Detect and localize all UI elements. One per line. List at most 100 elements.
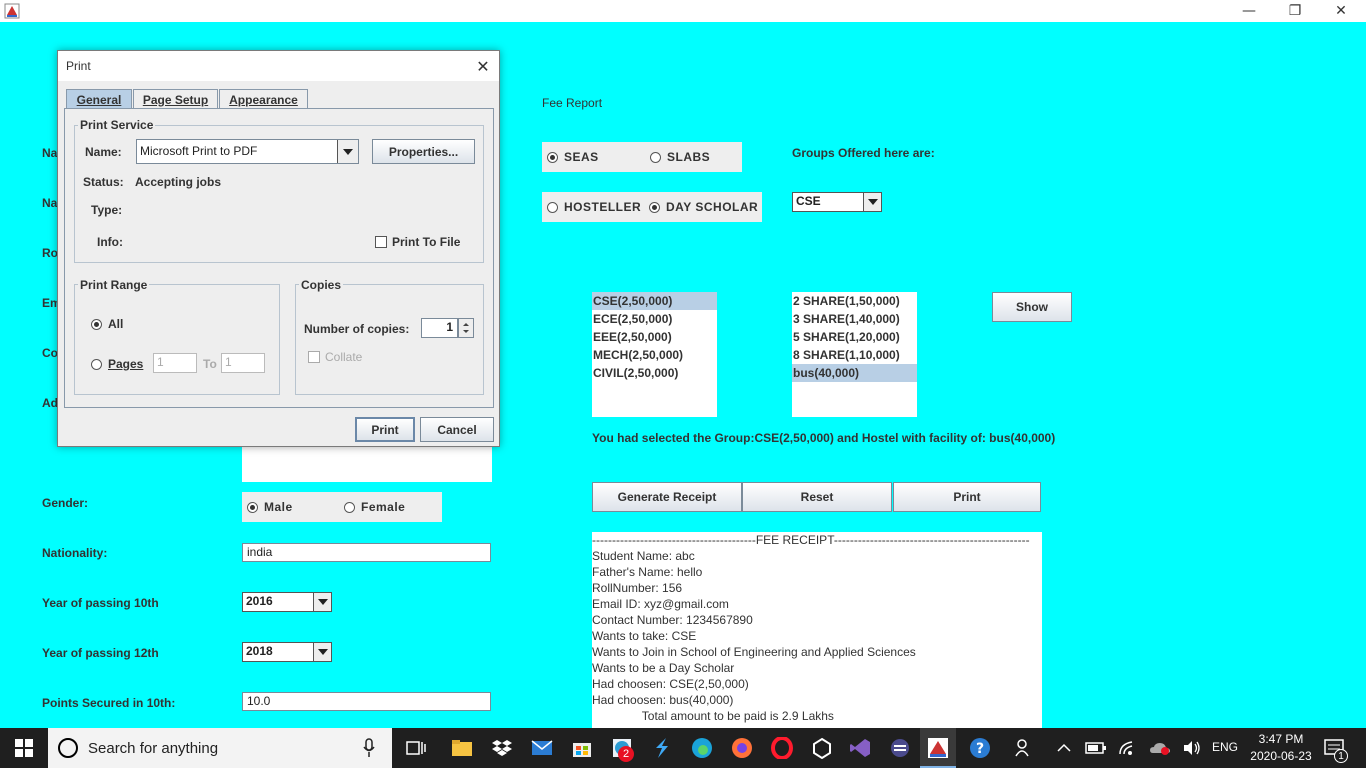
- dropbox-icon[interactable]: [490, 736, 514, 760]
- list-item[interactable]: CIVIL(2,50,000): [592, 364, 717, 382]
- edge-icon[interactable]: [690, 736, 714, 760]
- group-list[interactable]: CSE(2,50,000) ECE(2,50,000) EEE(2,50,000…: [592, 292, 717, 417]
- receipt-line: Had choosen: bus(40,000): [592, 693, 734, 707]
- properties-button[interactable]: Properties...: [372, 139, 475, 164]
- male-label: Male: [264, 500, 293, 514]
- print-button[interactable]: Print: [893, 482, 1041, 512]
- mail-icon[interactable]: [530, 736, 554, 760]
- tab-page-setup[interactable]: Page Setup: [133, 89, 218, 109]
- female-radio[interactable]: [344, 501, 355, 513]
- receipt-line: Contact Number: 1234567890: [592, 613, 753, 627]
- list-item[interactable]: MECH(2,50,000): [592, 346, 717, 364]
- dialog-print-button[interactable]: Print: [355, 417, 415, 442]
- tab-general[interactable]: General: [66, 89, 132, 109]
- list-item[interactable]: 3 SHARE(1,40,000): [792, 310, 917, 328]
- visual-studio-code-icon[interactable]: [650, 736, 674, 760]
- pages-radio[interactable]: [91, 358, 102, 370]
- receipt-line: Email ID: xyz@gmail.com: [592, 597, 729, 611]
- checkbox-icon[interactable]: [375, 236, 387, 248]
- windows-start-icon[interactable]: [12, 736, 36, 760]
- collate-checkbox[interactable]: Collate: [308, 350, 362, 364]
- taskbar-search-box[interactable]: Search for anything: [48, 728, 392, 768]
- list-item[interactable]: 2 SHARE(1,50,000): [792, 292, 917, 310]
- receipt-line: Total amount to be paid is 2.9 Lakhs: [592, 709, 834, 723]
- print-to-file-checkbox[interactable]: Print To File: [375, 235, 460, 249]
- range-all-option[interactable]: All: [91, 317, 123, 331]
- chevron-down-icon[interactable]: [337, 140, 358, 163]
- microphone-icon[interactable]: [362, 738, 376, 761]
- range-pages-option[interactable]: Pages: [91, 357, 143, 371]
- gender-radio-group: Male Female: [242, 492, 442, 522]
- language-indicator[interactable]: ENG: [1212, 740, 1238, 754]
- firefox-icon[interactable]: [730, 736, 754, 760]
- hosteller-label: HOSTELLER: [564, 200, 642, 214]
- chevron-down-icon[interactable]: [313, 593, 331, 611]
- onedrive-icon[interactable]: [1148, 736, 1172, 760]
- close-button[interactable]: ✕: [1318, 0, 1364, 22]
- fee-report-title: Fee Report: [542, 96, 603, 110]
- file-explorer-icon[interactable]: [450, 736, 474, 760]
- unity-icon[interactable]: [810, 736, 834, 760]
- visual-studio-icon[interactable]: [848, 736, 872, 760]
- copies-spinner[interactable]: [458, 318, 474, 338]
- hostel-list[interactable]: 2 SHARE(1,50,000) 3 SHARE(1,40,000) 5 SH…: [792, 292, 917, 417]
- receipt-line: RollNumber: 156: [592, 581, 683, 595]
- list-item[interactable]: ECE(2,50,000): [592, 310, 717, 328]
- group-combo[interactable]: CSE: [792, 192, 882, 212]
- chevron-up-icon[interactable]: [1052, 736, 1076, 760]
- minimize-button[interactable]: —: [1226, 0, 1272, 22]
- tab-appearance[interactable]: Appearance: [219, 89, 308, 109]
- fee-receipt-textarea[interactable]: ----------------------------------------…: [592, 532, 1042, 728]
- search-placeholder: Search for anything: [88, 740, 219, 757]
- list-item[interactable]: CSE(2,50,000): [592, 292, 717, 310]
- battery-icon[interactable]: [1084, 736, 1108, 760]
- list-item[interactable]: bus(40,000): [792, 364, 917, 382]
- print-dialog-titlebar: Print ✕: [58, 51, 499, 81]
- all-radio[interactable]: [91, 318, 102, 330]
- chevron-down-icon[interactable]: [313, 643, 331, 661]
- num-copies-field[interactable]: 1: [421, 318, 458, 338]
- people-icon[interactable]: [1012, 736, 1036, 760]
- java-app-taskbar-button[interactable]: [920, 728, 956, 768]
- list-item[interactable]: 5 SHARE(1,20,000): [792, 328, 917, 346]
- reset-button[interactable]: Reset: [742, 482, 892, 512]
- chevron-down-icon[interactable]: [863, 193, 881, 211]
- year-12-combo[interactable]: 2018: [242, 642, 332, 662]
- pages-to-field[interactable]: 1: [221, 353, 265, 373]
- help-icon[interactable]: ?: [968, 736, 992, 760]
- task-view-icon[interactable]: [404, 736, 428, 760]
- eclipse-icon[interactable]: [888, 736, 912, 760]
- status-label: Status:: [83, 175, 124, 189]
- dialog-close-icon[interactable]: ✕: [468, 54, 498, 78]
- opera-icon[interactable]: [770, 736, 794, 760]
- show-button[interactable]: Show: [992, 292, 1072, 322]
- clock-time[interactable]: 3:47 PM: [1248, 732, 1314, 746]
- year-10-label: Year of passing 10th: [42, 596, 159, 610]
- contact-label-partial: Co: [42, 346, 58, 360]
- store-icon[interactable]: [570, 736, 594, 760]
- list-item[interactable]: 8 SHARE(1,10,000): [792, 346, 917, 364]
- year-10-combo[interactable]: 2016: [242, 592, 332, 612]
- slabs-radio[interactable]: [650, 151, 661, 163]
- checkbox-icon[interactable]: [308, 351, 320, 363]
- nationality-field[interactable]: india: [242, 543, 491, 562]
- name-label: Name:: [85, 145, 122, 159]
- printer-name-combo[interactable]: Microsoft Print to PDF: [136, 139, 359, 164]
- day-scholar-radio[interactable]: [649, 201, 660, 213]
- print-to-file-label: Print To File: [392, 235, 461, 249]
- print-range-title: Print Range: [78, 278, 150, 292]
- seas-radio[interactable]: [547, 151, 558, 163]
- pages-from-field[interactable]: 1: [153, 353, 197, 373]
- dialog-cancel-button[interactable]: Cancel: [420, 417, 494, 442]
- male-radio[interactable]: [247, 501, 258, 513]
- generate-receipt-button[interactable]: Generate Receipt: [592, 482, 742, 512]
- wifi-icon[interactable]: [1116, 736, 1140, 760]
- to-label: To: [203, 357, 217, 371]
- volume-icon[interactable]: [1180, 736, 1204, 760]
- points-field[interactable]: 10.0: [242, 692, 491, 711]
- clock-date[interactable]: 2020-06-23: [1246, 749, 1316, 763]
- hosteller-radio[interactable]: [547, 201, 558, 213]
- list-item[interactable]: EEE(2,50,000): [592, 328, 717, 346]
- residence-radio-group: HOSTELLER DAY SCHOLAR: [542, 192, 762, 222]
- restore-button[interactable]: ❐: [1272, 0, 1318, 22]
